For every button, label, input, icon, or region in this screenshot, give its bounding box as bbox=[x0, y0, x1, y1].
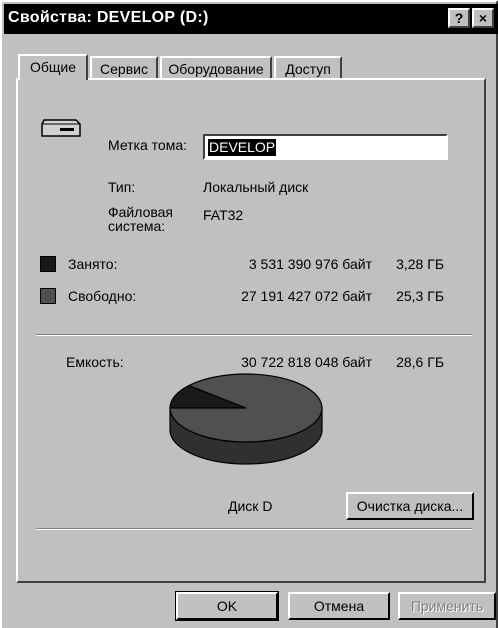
tab-sharing[interactable]: Доступ bbox=[274, 56, 342, 78]
used-bytes: 3 531 390 976 байт bbox=[248, 256, 372, 272]
tab-hardware-label: Оборудование bbox=[168, 61, 264, 77]
disk-label: Диск D bbox=[228, 498, 273, 514]
separator-top bbox=[36, 334, 472, 336]
help-button[interactable]: ? bbox=[448, 8, 470, 28]
fs-caption-line1: Файловая bbox=[108, 204, 174, 220]
tab-hardware[interactable]: Оборудование bbox=[160, 56, 272, 78]
tab-general[interactable]: Общие bbox=[18, 54, 88, 80]
volume-label-input[interactable]: DEVELOP bbox=[203, 134, 448, 160]
used-caption: Занято: bbox=[68, 256, 118, 272]
free-caption: Свободно: bbox=[68, 288, 137, 304]
volume-label-caption: Метка тома: bbox=[108, 137, 188, 153]
used-gb: 3,28 ГБ bbox=[396, 256, 444, 272]
free-swatch bbox=[40, 288, 56, 304]
disk-usage-pie-chart bbox=[169, 373, 323, 465]
fs-caption-line2: система: bbox=[108, 218, 166, 234]
type-caption: Тип: bbox=[108, 179, 136, 195]
cancel-button[interactable]: Отмена bbox=[288, 592, 390, 620]
type-value: Локальный диск bbox=[203, 179, 309, 195]
tab-general-label: Общие bbox=[29, 59, 77, 75]
volume-label-value: DEVELOP bbox=[208, 139, 277, 156]
tab-service[interactable]: Сервис bbox=[90, 56, 158, 78]
title-bar: Свойства: DEVELOP (D:) ? × bbox=[4, 4, 498, 34]
fs-value: FAT32 bbox=[203, 207, 244, 223]
free-gb: 25,3 ГБ bbox=[396, 288, 444, 304]
window-title: Свойства: DEVELOP (D:) bbox=[8, 9, 209, 26]
properties-window: Свойства: DEVELOP (D:) ? × Общие Сервис … bbox=[0, 0, 498, 628]
separator-bottom bbox=[36, 528, 472, 530]
tab-sharing-label: Доступ bbox=[285, 61, 331, 77]
capacity-caption: Емкость: bbox=[66, 354, 124, 370]
capacity-gb: 28,6 ГБ bbox=[396, 354, 444, 370]
free-bytes: 27 191 427 072 байт bbox=[241, 288, 372, 304]
disk-cleanup-button[interactable]: Очистка диска... bbox=[346, 492, 474, 520]
used-swatch bbox=[40, 256, 56, 272]
tab-service-label: Сервис bbox=[100, 61, 148, 77]
ok-button[interactable]: OK bbox=[175, 591, 279, 621]
apply-button[interactable]: Применить bbox=[398, 592, 496, 620]
capacity-bytes: 30 722 818 048 байт bbox=[241, 354, 372, 370]
pie-slice-free bbox=[169, 373, 323, 443]
drive-icon bbox=[41, 119, 81, 137]
close-button[interactable]: × bbox=[472, 8, 494, 28]
